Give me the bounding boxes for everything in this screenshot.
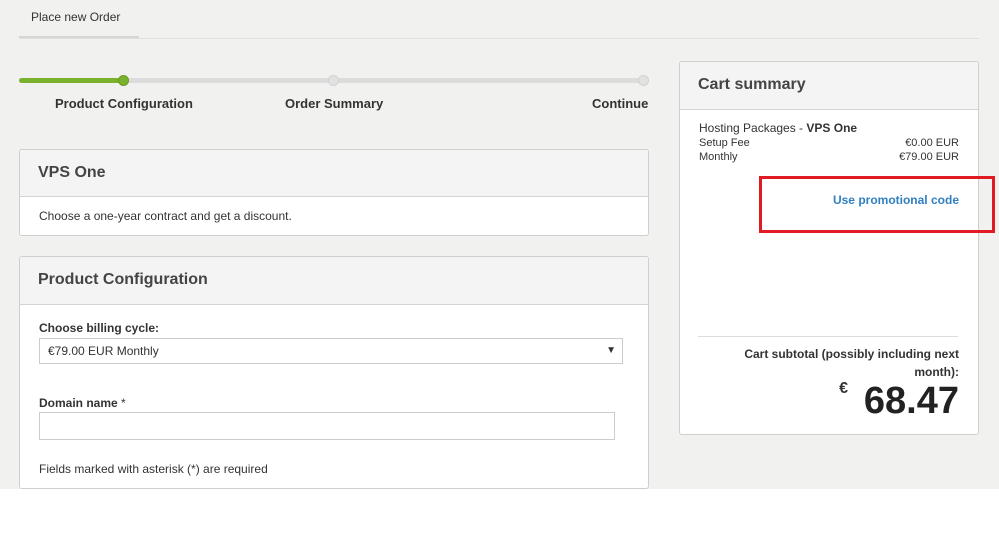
cart-summary-panel: Cart summary Hosting Packages - VPS One … — [679, 61, 979, 435]
cart-monthly-value: €79.00 EUR — [899, 151, 959, 163]
caret-down-icon: ▼ — [606, 345, 616, 356]
cart-setup-fee-label: Setup Fee — [699, 137, 750, 149]
billing-cycle-value: €79.00 EUR Monthly — [48, 344, 159, 358]
cart-summary-title: Cart summary — [680, 62, 978, 110]
configuration-panel-title: Product Configuration — [20, 257, 648, 305]
domain-name-input[interactable] — [39, 412, 615, 440]
required-asterisk: * — [121, 396, 126, 410]
cart-subtotal-label: Cart subtotal (possibly including next m… — [744, 347, 959, 379]
progress-fill — [19, 78, 127, 83]
cart-package-line: Hosting Packages - VPS One — [699, 121, 857, 135]
cart-total-amount: 68.47 — [863, 380, 959, 422]
cart-package-category: Hosting Packages - — [699, 121, 807, 135]
header-divider — [19, 38, 979, 39]
product-panel: VPS One Choose a one-year contract and g… — [19, 149, 649, 236]
product-description: Choose a one-year contract and get a dis… — [39, 209, 292, 223]
order-progress-bar — [19, 75, 649, 86]
product-panel-title: VPS One — [20, 150, 648, 197]
cart-monthly-label: Monthly — [699, 151, 738, 163]
progress-step-2-dot — [328, 75, 339, 86]
configuration-panel: Product Configuration Choose billing cyc… — [19, 256, 649, 489]
promo-code-highlight-box — [759, 176, 995, 233]
step-label-continue: Continue — [592, 96, 649, 111]
progress-step-3-dot — [638, 75, 649, 86]
billing-cycle-select[interactable]: €79.00 EUR Monthly ▼ — [39, 338, 623, 364]
required-fields-note: Fields marked with asterisk (*) are requ… — [39, 462, 268, 476]
progress-step-1-dot — [118, 75, 129, 86]
step-label-product-configuration: Product Configuration — [55, 96, 193, 111]
domain-name-label-text: Domain name — [39, 396, 118, 410]
cart-currency-symbol: € — [839, 380, 848, 397]
domain-name-label: Domain name * — [39, 396, 126, 410]
cart-setup-fee-value: €0.00 EUR — [905, 137, 959, 149]
order-page: Place new Order Product Configuration Or… — [0, 0, 999, 489]
cart-divider — [698, 336, 958, 337]
cart-package-name: VPS One — [806, 121, 858, 135]
billing-cycle-label: Choose billing cycle: — [39, 321, 160, 335]
step-label-order-summary: Order Summary — [285, 96, 384, 111]
tab-place-new-order[interactable]: Place new Order — [19, 0, 139, 38]
